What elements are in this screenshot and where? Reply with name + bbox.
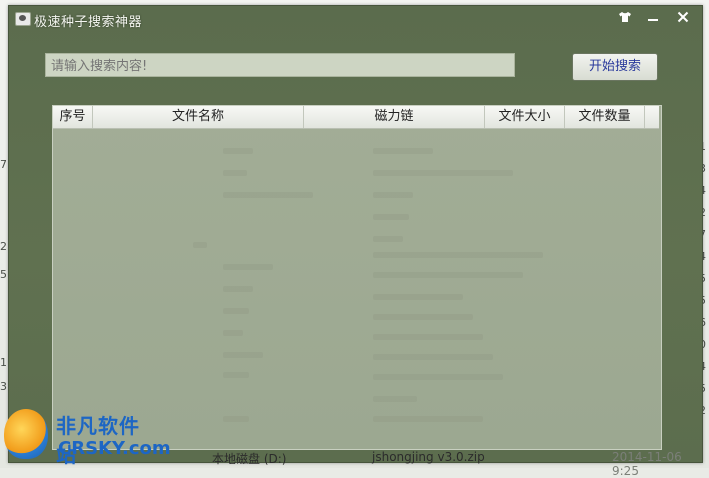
app-window: 极速种子搜索神器 开始搜索 序号 文件名称 磁力链 文件大小 文件数量 — [8, 5, 703, 463]
ghost-mark — [193, 242, 207, 248]
ghost-mark — [373, 416, 483, 422]
ghost-mark — [223, 264, 273, 270]
ghost-mark — [373, 334, 483, 340]
ghost-mark — [223, 192, 313, 198]
ghost-mark — [373, 396, 417, 402]
ghost-mark — [223, 148, 253, 154]
results-table[interactable]: 序号 文件名称 磁力链 文件大小 文件数量 — [52, 105, 662, 450]
watermark-en: CRSKY.com — [58, 438, 171, 459]
crsky-watermark: 非凡软件站 CRSKY.com — [0, 407, 171, 468]
ghost-mark — [373, 148, 433, 154]
ghost-mark — [373, 374, 503, 380]
ghost-mark — [373, 192, 413, 198]
column-header-filename[interactable]: 文件名称 — [93, 106, 304, 128]
search-input[interactable] — [45, 53, 515, 77]
bg-digit: 1 — [0, 356, 7, 369]
bg-digit: 5 — [0, 268, 7, 281]
bg-digit: 7 — [0, 158, 7, 171]
column-header-magnet[interactable]: 磁力链 — [304, 106, 485, 128]
ghost-mark — [373, 314, 473, 320]
window-title: 极速种子搜索神器 — [34, 15, 143, 30]
ghost-mark — [223, 416, 249, 422]
table-header: 序号 文件名称 磁力链 文件大小 文件数量 — [53, 106, 659, 129]
ghost-mark — [373, 294, 463, 300]
ghost-mark — [373, 252, 543, 258]
minimize-button[interactable] — [641, 9, 665, 29]
ghost-mark — [373, 214, 409, 220]
ghost-mark — [373, 170, 513, 176]
ghost-mark — [223, 352, 263, 358]
ghost-mark — [373, 354, 493, 360]
shirt-icon — [619, 12, 631, 22]
ghost-mark — [223, 308, 249, 314]
title-bar[interactable]: 极速种子搜索神器 — [9, 6, 702, 32]
minimize-icon — [648, 19, 658, 21]
close-button[interactable] — [671, 9, 695, 29]
ghost-mark — [373, 272, 523, 278]
column-header-index[interactable]: 序号 — [53, 106, 93, 128]
crsky-logo-icon — [4, 409, 48, 459]
skin-button[interactable] — [613, 9, 637, 29]
column-header-filler — [645, 106, 659, 128]
bg-digit: 2 — [0, 240, 7, 253]
column-header-filesize[interactable]: 文件大小 — [485, 106, 565, 128]
bg-file-name: jshongjing v3.0.zip — [372, 450, 485, 464]
column-header-filecount[interactable]: 文件数量 — [565, 106, 645, 128]
start-search-button[interactable]: 开始搜索 — [572, 53, 658, 81]
ghost-mark — [223, 286, 253, 292]
ghost-mark — [373, 236, 403, 242]
ghost-mark — [223, 170, 247, 176]
bg-drive-label: 本地磁盘 (D:) — [212, 452, 287, 466]
app-logo-icon — [15, 12, 31, 26]
ghost-mark — [223, 372, 249, 378]
bg-digit: 3 — [0, 380, 7, 393]
ghost-mark — [223, 330, 243, 336]
bg-file-date: 2014-11-06 9:25 — [612, 450, 682, 478]
close-icon — [677, 11, 689, 23]
